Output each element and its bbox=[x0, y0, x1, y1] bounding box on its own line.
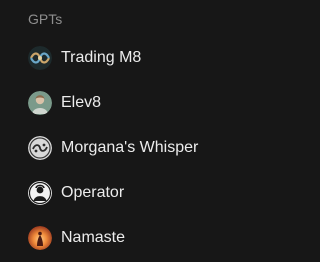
morganas-whisper-avatar-icon bbox=[28, 136, 52, 160]
gpt-label: Namaste bbox=[61, 229, 126, 246]
section-title-gpts: GPTs bbox=[28, 11, 63, 27]
gpt-item-elev8[interactable]: Elev8 bbox=[6, 85, 245, 121]
gpt-label: Elev8 bbox=[61, 94, 102, 111]
trading-m8-avatar-icon bbox=[28, 46, 52, 70]
gpt-item-operator[interactable]: Operator bbox=[6, 175, 245, 211]
gpt-item-morganas-whisper[interactable]: Morgana's Whisper bbox=[6, 130, 245, 166]
gpts-sidebar-section: GPTs Trading M8 Elev8 Morgana's Whisper … bbox=[0, 0, 251, 262]
namaste-avatar-icon bbox=[28, 226, 52, 250]
gpt-label: Trading M8 bbox=[61, 49, 142, 66]
gpt-label: Operator bbox=[61, 184, 125, 201]
gpt-item-namaste[interactable]: Namaste bbox=[6, 220, 245, 256]
gpt-label: Morgana's Whisper bbox=[61, 139, 199, 156]
gpt-list: Trading M8 Elev8 Morgana's Whisper Opera… bbox=[6, 40, 245, 256]
operator-avatar-icon bbox=[28, 181, 52, 205]
gpt-item-trading-m8[interactable]: Trading M8 bbox=[6, 40, 245, 76]
elev8-avatar-icon bbox=[28, 91, 52, 115]
